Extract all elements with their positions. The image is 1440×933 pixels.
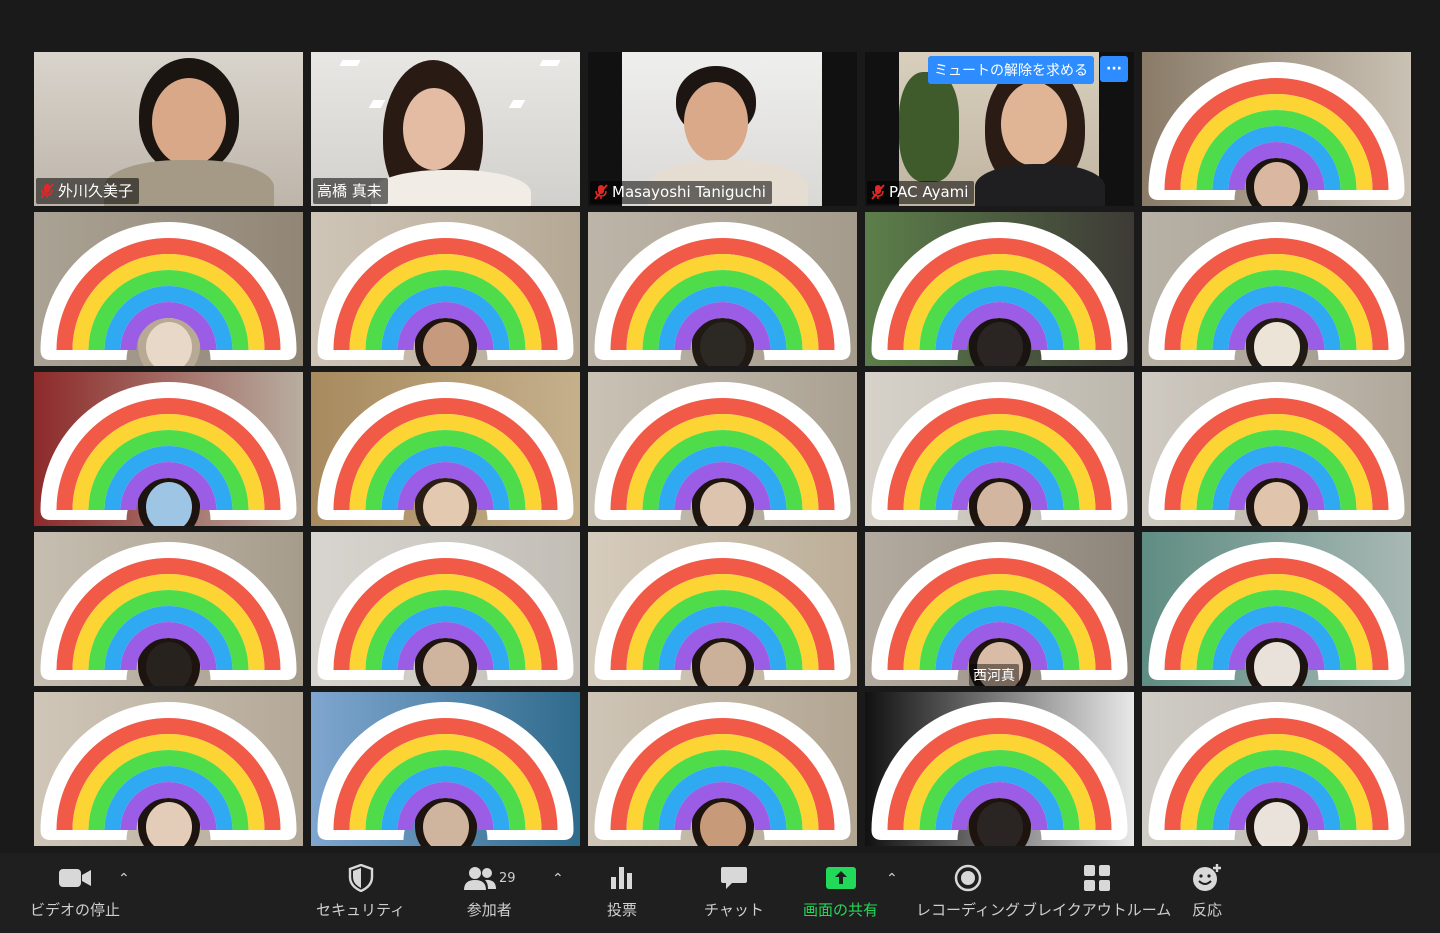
recording-button[interactable]: レコーディング (916, 863, 1020, 920)
rainbow-sticker-icon (317, 222, 574, 360)
video-tile-rainbow[interactable] (1142, 692, 1411, 846)
rainbow-sticker-icon (871, 702, 1128, 840)
video-tile-rainbow[interactable] (588, 372, 857, 526)
video-tile-rainbow[interactable] (311, 532, 580, 686)
video-tile-rainbow[interactable] (588, 532, 857, 686)
rainbow-sticker-icon (594, 542, 851, 680)
video-tile-rainbow[interactable] (865, 692, 1134, 846)
participant-name-tag: Masayoshi Taniguchi (590, 181, 772, 204)
video-tile-rainbow[interactable] (1142, 52, 1411, 206)
video-tile-active-speaker[interactable]: 高橋 真未 (311, 52, 580, 206)
rainbow-sticker-icon (1148, 702, 1405, 840)
record-icon (954, 863, 982, 893)
polls-button[interactable]: 投票 (607, 863, 637, 920)
video-tile-participant-3[interactable]: Masayoshi Taniguchi (588, 52, 857, 206)
video-tile-participant-1[interactable]: 外川久美子 (34, 52, 303, 206)
rainbow-sticker-icon (317, 542, 574, 680)
participant-name: 外川久美子 (58, 182, 134, 200)
rainbow-sticker-icon (871, 542, 1128, 680)
participants-icon: 29 (463, 863, 516, 893)
chat-bubble-icon (720, 863, 748, 893)
video-options-caret-icon[interactable]: ⌃ (118, 871, 130, 887)
stop-video-button[interactable]: ビデオの停止 (30, 863, 120, 920)
mic-muted-icon (871, 184, 885, 200)
participant-name-tag: 西河真 (969, 664, 1019, 686)
rainbow-sticker-icon (1148, 542, 1405, 680)
video-tile-rainbow[interactable] (311, 692, 580, 846)
rainbow-sticker-icon (1148, 222, 1405, 360)
mic-muted-icon (40, 182, 54, 199)
participant-name-tag: PAC Ayami (867, 181, 975, 204)
video-tile-rainbow[interactable] (865, 212, 1134, 366)
rainbow-sticker-icon (40, 222, 297, 360)
rainbow-sticker-icon (317, 702, 574, 840)
video-tile-rainbow[interactable] (34, 212, 303, 366)
video-tile-rainbow[interactable] (34, 532, 303, 686)
video-tile-rainbow[interactable] (588, 212, 857, 366)
bar-chart-icon (609, 863, 635, 893)
video-tile-rainbow[interactable] (1142, 372, 1411, 526)
more-options-button[interactable]: ··· (1100, 56, 1128, 82)
rainbow-sticker-icon (317, 382, 574, 520)
breakout-rooms-button[interactable]: ブレイクアウトルーム (1022, 863, 1171, 920)
rainbow-sticker-icon (594, 222, 851, 360)
participant-name: PAC Ayami (889, 183, 969, 201)
video-tile-rainbow[interactable] (1142, 212, 1411, 366)
share-screen-button[interactable]: 画面の共有 (803, 863, 878, 920)
video-tile-rainbow[interactable] (588, 692, 857, 846)
video-tile-participant-4[interactable]: ミュートの解除を求める ··· PAC Ayami (865, 52, 1134, 206)
participant-name: 高橋 真未 (317, 182, 382, 200)
reactions-button[interactable]: 反応 (1192, 863, 1222, 920)
video-tile-rainbow[interactable] (1142, 532, 1411, 686)
participant-name: Masayoshi Taniguchi (612, 183, 766, 201)
video-tile-rainbow[interactable] (311, 372, 580, 526)
rainbow-sticker-icon (40, 702, 297, 840)
rainbow-sticker-icon (871, 382, 1128, 520)
video-tile-rainbow[interactable] (34, 372, 303, 526)
participants-button[interactable]: 29 参加者 (463, 863, 516, 920)
video-tile-rainbow[interactable] (865, 372, 1134, 526)
video-tile-rainbow[interactable] (311, 212, 580, 366)
rainbow-sticker-icon (40, 542, 297, 680)
rainbow-sticker-icon (40, 382, 297, 520)
breakout-rooms-icon (1083, 863, 1111, 893)
smiley-add-icon (1192, 863, 1222, 893)
meeting-toolbar: ビデオの停止 ⌃ セキュリティ 29 参加者 ⌃ 投票 チャット 画面の共有 ⌃ (0, 853, 1440, 933)
shield-icon (348, 863, 374, 893)
video-gallery-grid: 外川久美子 高橋 真未 Masayoshi Taniguchi ミュートの解除を… (34, 52, 1411, 846)
share-options-caret-icon[interactable]: ⌃ (886, 871, 898, 887)
participant-count: 29 (499, 870, 516, 886)
share-screen-icon (825, 863, 857, 893)
participants-options-caret-icon[interactable]: ⌃ (552, 871, 564, 887)
video-tile-rainbow[interactable] (34, 692, 303, 846)
video-tile-rainbow[interactable]: 西河真 (865, 532, 1134, 686)
rainbow-sticker-icon (594, 382, 851, 520)
rainbow-sticker-icon (1148, 62, 1405, 200)
mic-muted-icon (594, 184, 608, 200)
request-unmute-button[interactable]: ミュートの解除を求める (928, 56, 1094, 84)
rainbow-sticker-icon (594, 702, 851, 840)
participant-name-tag: 外川久美子 (36, 178, 140, 204)
participant-name-tag: 高橋 真未 (313, 178, 388, 204)
video-camera-icon (58, 863, 92, 893)
rainbow-sticker-icon (1148, 382, 1405, 520)
security-button[interactable]: セキュリティ (316, 863, 405, 920)
chat-button[interactable]: チャット (704, 863, 764, 920)
rainbow-sticker-icon (871, 222, 1128, 360)
